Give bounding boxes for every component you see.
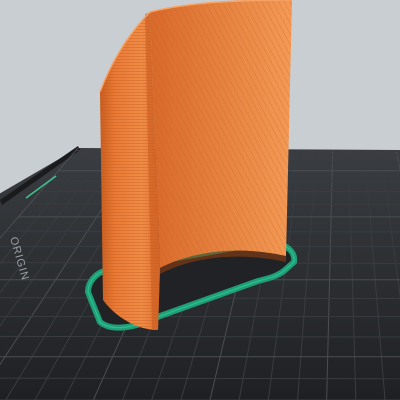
3d-viewport[interactable]: ORIGIN — [0, 0, 400, 400]
